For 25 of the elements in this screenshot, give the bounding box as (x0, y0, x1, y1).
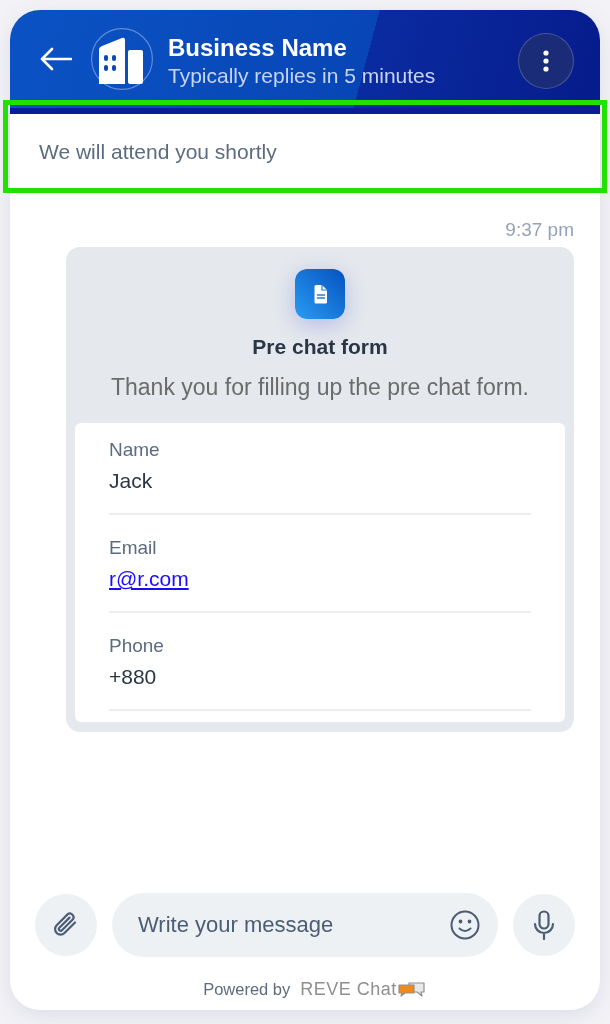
field-value: +880 (109, 664, 157, 690)
brand-name: REVE Chat (300, 979, 397, 999)
business-name: Business Name (168, 33, 348, 63)
notice-text: We will attend you shortly (39, 138, 277, 165)
field-label: Name (109, 439, 160, 461)
field-label: Email (109, 537, 157, 559)
field-label: Phone (109, 635, 164, 657)
chat-bubbles-icon (397, 981, 426, 997)
smiley-icon (450, 910, 480, 940)
paperclip-icon (53, 911, 79, 939)
emoji-button[interactable] (450, 910, 480, 940)
back-arrow-icon[interactable] (40, 47, 72, 71)
menu-button[interactable] (518, 33, 574, 89)
field-value: Jack (109, 468, 153, 494)
reply-time-status: Typically replies in 5 minutes (168, 63, 436, 89)
form-description: Thank you for filling up the pre chat form. (110, 373, 529, 401)
field-value-link[interactable]: r@r.com (109, 566, 189, 592)
more-icon (543, 50, 549, 72)
form-title: Pre chat form (252, 335, 388, 359)
message-input[interactable]: Write your message (112, 893, 498, 957)
microphone-icon (533, 910, 555, 940)
powered-by-text: Powered by (203, 979, 291, 999)
document-icon (295, 269, 345, 319)
message-time: 9:37 pm (505, 219, 574, 241)
building-icon (91, 28, 153, 90)
